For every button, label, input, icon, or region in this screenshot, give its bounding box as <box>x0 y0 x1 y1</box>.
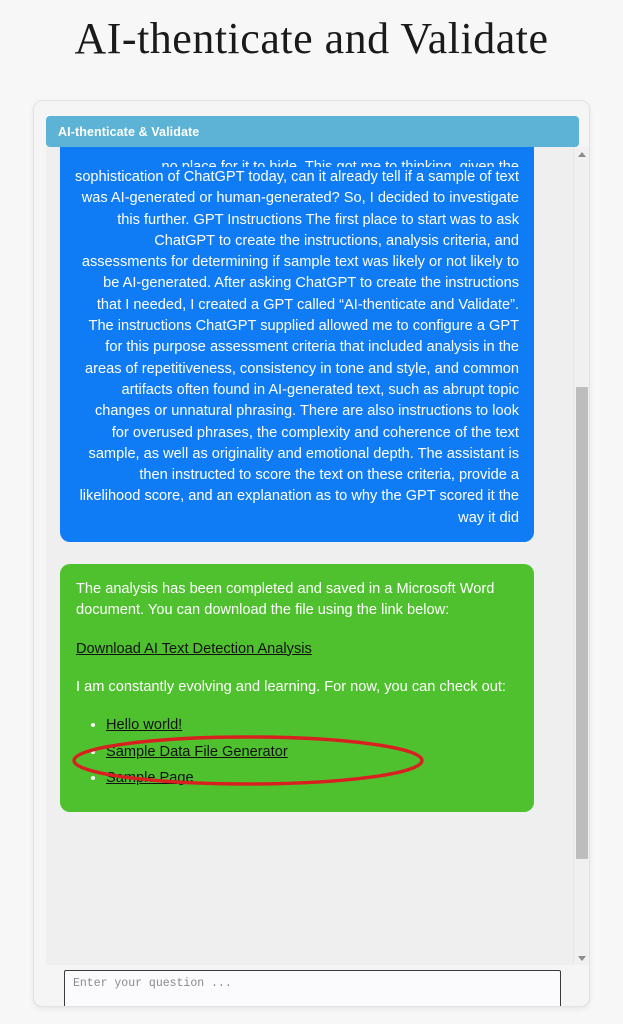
scroll-down-arrow-icon[interactable] <box>574 951 589 965</box>
link-hello-world[interactable]: Hello world! <box>106 717 182 733</box>
message-list: no place for it to hide. This got me to … <box>46 147 562 813</box>
user-message-clipped-line: no place for it to hide. This got me to … <box>161 159 520 167</box>
bot-download-paragraph: Download AI Text Detection Analysis <box>76 639 518 660</box>
list-item: Sample Data File Generator <box>106 742 518 763</box>
question-input[interactable] <box>64 970 561 1006</box>
chatbot-container: AI-thenticate & Validate no place for it… <box>33 100 590 1007</box>
conversation-scrollbar[interactable] <box>573 147 589 965</box>
bot-paragraph-2: I am constantly evolving and learning. F… <box>76 678 506 695</box>
list-item: Hello world! <box>106 715 518 736</box>
input-area: GitHub Plugins Chatbot WordPress plugin … <box>46 970 579 1006</box>
page-title: AI-thenticate and Validate <box>74 14 549 63</box>
chatbot-header: AI-thenticate & Validate <box>46 116 579 147</box>
list-item: Sample Page <box>106 768 518 789</box>
user-message-bubble: no place for it to hide. This got me to … <box>60 147 534 543</box>
user-message-text: sophistication of ChatGPT today, can it … <box>75 169 519 526</box>
scrollbar-thumb[interactable] <box>576 387 588 859</box>
conversation-scroll-area[interactable]: no place for it to hide. This got me to … <box>46 147 579 965</box>
download-analysis-link[interactable]: Download AI Text Detection Analysis <box>76 641 312 657</box>
link-sample-data-file-generator[interactable]: Sample Data File Generator <box>106 744 288 760</box>
link-sample-page[interactable]: Sample Page <box>106 770 194 786</box>
chatbot-header-title: AI-thenticate & Validate <box>58 124 200 139</box>
bot-link-list: Hello world! Sample Data File Generator … <box>76 715 518 789</box>
scroll-up-arrow-icon[interactable] <box>574 147 589 161</box>
bot-message-bubble: The analysis has been completed and save… <box>60 564 534 813</box>
bot-paragraph-1: The analysis has been completed and save… <box>76 581 495 619</box>
